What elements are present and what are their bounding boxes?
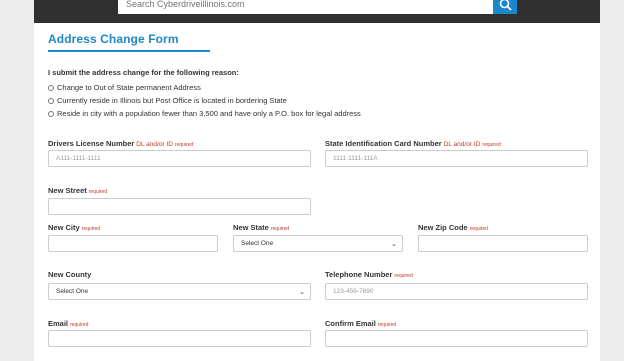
phone-label: Telephone Number required [325, 270, 413, 279]
city-field[interactable] [48, 235, 218, 252]
street-label-text: New Street [48, 186, 87, 195]
reason-option-label: Change to Out of State permanent Address [57, 83, 201, 92]
phone-placeholder: 123-456-7890 [333, 288, 374, 295]
dl-label-text: Drivers License Number [48, 139, 135, 148]
required-marker: required [174, 142, 194, 148]
search-button[interactable] [493, 0, 517, 14]
phone-label-text: Telephone Number [325, 270, 393, 279]
required-marker: required [377, 322, 397, 328]
dl-placeholder: A111-1111-1111 [56, 155, 101, 162]
reason-option-label: Currently reside in Illinois but Post Of… [57, 96, 287, 105]
dl-note: DL and/or ID [136, 141, 173, 148]
confirm-email-label-text: Confirm Email [325, 319, 376, 328]
chevron-down-icon: ⌄ [391, 240, 397, 248]
zip-label-text: New Zip Code [418, 223, 468, 232]
zip-field[interactable] [418, 235, 588, 252]
zip-label: New Zip Code required [418, 223, 488, 232]
street-field[interactable] [48, 198, 311, 215]
state-select[interactable]: Select One ⌄ [233, 235, 403, 252]
form-title: Address Change Form [48, 32, 179, 46]
state-id-label-text: State Identification Card Number [325, 139, 442, 148]
chevron-down-icon: ⌄ [299, 288, 305, 296]
title-underline [48, 50, 210, 52]
phone-field[interactable]: 123-456-7890 [325, 283, 588, 300]
county-label-text: New County [48, 270, 92, 279]
city-label-text: New City [48, 223, 80, 232]
required-marker: required [88, 189, 108, 195]
reason-option-label: Reside in city with a population fewer t… [57, 109, 361, 118]
state-selected-value: Select One [241, 240, 274, 247]
city-label: New City required [48, 223, 100, 232]
confirm-email-label: Confirm Email required [325, 319, 396, 328]
confirm-email-field[interactable] [325, 330, 588, 347]
search-input[interactable] [118, 0, 494, 14]
reason-prompt: I submit the address change for the foll… [48, 68, 239, 77]
required-marker: required [81, 226, 101, 232]
state-id-label: State Identification Card Number DL and/o… [325, 139, 501, 148]
reason-option-2[interactable]: Currently reside in Illinois but Post Of… [48, 96, 287, 105]
required-marker: required [469, 226, 488, 232]
email-field[interactable] [48, 330, 311, 347]
state-id-placeholder: 1111-1111-111A [333, 155, 378, 162]
required-marker: required [70, 322, 89, 328]
email-label: Email required [48, 319, 88, 328]
state-label-text: New State [233, 223, 269, 232]
county-label: New County [48, 270, 91, 279]
radio-button[interactable] [48, 84, 54, 91]
required-marker: required [482, 142, 501, 148]
reason-option-3[interactable]: Reside in city with a population fewer t… [48, 109, 361, 118]
street-label: New Street required [48, 186, 107, 195]
state-label: New State required [233, 223, 289, 232]
dl-number-field[interactable]: A111-1111-1111 [48, 150, 311, 167]
state-id-field[interactable]: 1111-1111-111A [325, 150, 588, 167]
search-icon [499, 0, 512, 11]
required-marker: required [270, 226, 290, 232]
reason-option-1[interactable]: Change to Out of State permanent Address [48, 83, 201, 92]
radio-button[interactable] [48, 97, 54, 104]
county-selected-value: Select One [56, 288, 89, 295]
state-id-note: DL and/or ID [443, 141, 481, 148]
radio-button[interactable] [48, 110, 54, 117]
county-select[interactable]: Select One ⌄ [48, 283, 311, 300]
email-label-text: Email [48, 319, 69, 328]
dl-label: Drivers License Number DL and/or ID requir… [48, 139, 193, 148]
required-marker: required [394, 273, 413, 279]
